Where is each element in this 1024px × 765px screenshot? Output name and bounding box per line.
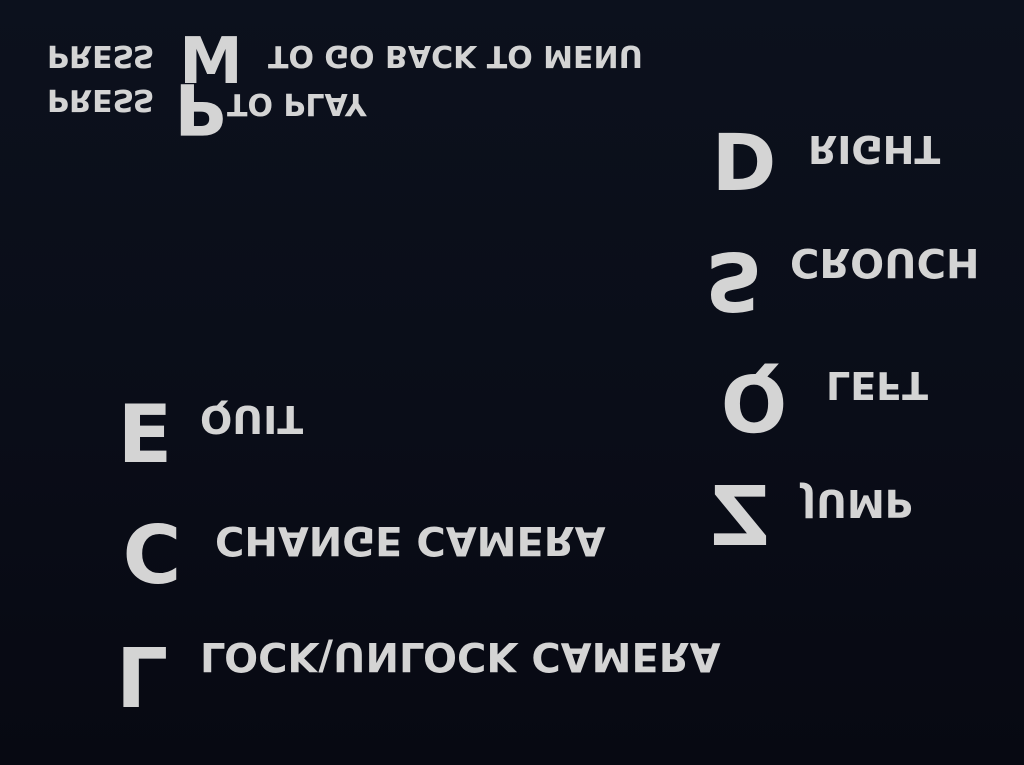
crouch-label: CROUCH bbox=[790, 239, 980, 285]
controls-screen: PRESS M TO GO BACK TO MENU PRESS P TO PL… bbox=[0, 0, 1024, 765]
play-key: P bbox=[174, 67, 226, 149]
crouch-key: S bbox=[705, 234, 763, 327]
change-camera-label: CHANGE CAMERA bbox=[215, 517, 606, 563]
left-label: LEFT bbox=[826, 363, 929, 407]
quit-label: QUIT bbox=[200, 397, 304, 441]
change-camera-key: C bbox=[122, 509, 182, 602]
right-label: RIGHT bbox=[808, 127, 941, 171]
left-key: Q bbox=[720, 356, 788, 446]
header-press-label: PRESS bbox=[47, 82, 155, 117]
jump-key: Z bbox=[710, 470, 770, 565]
quit-key: E bbox=[117, 388, 173, 481]
header-press-label: PRESS bbox=[47, 38, 155, 73]
jump-label: JUMP bbox=[802, 481, 913, 525]
header-play-text: TO PLAY bbox=[227, 86, 367, 121]
lock-camera-key: L bbox=[115, 627, 169, 722]
header-menu-text: TO GO BACK TO MENU bbox=[268, 38, 643, 73]
right-key: D bbox=[711, 119, 777, 209]
lock-camera-label: LOCK\UNLOCK CAMERA bbox=[200, 633, 721, 679]
